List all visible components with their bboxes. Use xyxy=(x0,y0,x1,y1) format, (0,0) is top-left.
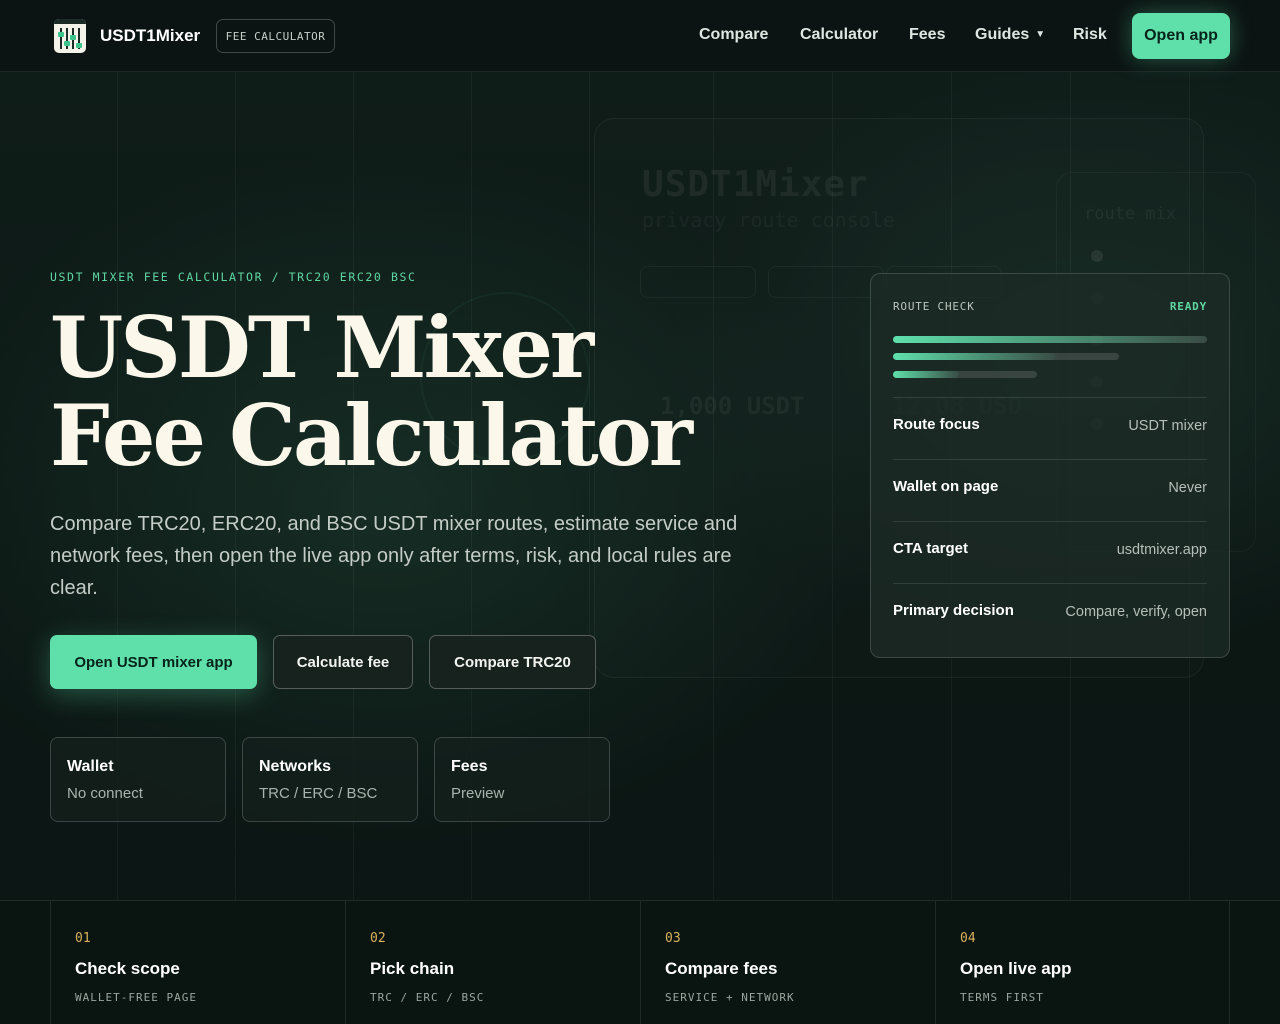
stat-title: Networks xyxy=(259,758,332,775)
stat-title: Wallet xyxy=(67,758,114,775)
ghost-chip xyxy=(768,266,884,298)
hero-description: Compare TRC20, ERC20, and BSC USDT mixer… xyxy=(50,513,738,599)
step-title: Check scope xyxy=(75,959,180,978)
row-value: USDT mixer xyxy=(1128,418,1207,434)
steps-strip: 01 Check scope WALLET-FREE PAGE 02 Pick … xyxy=(0,900,1280,1024)
step-card: 01 Check scope WALLET-FREE PAGE xyxy=(50,901,345,1024)
route-progress-bar xyxy=(893,371,1037,378)
route-progress-fill xyxy=(893,336,1207,343)
stat-value: TRC / ERC / BSC xyxy=(259,785,378,802)
stat-card-networks: Networks TRC / ERC / BSC xyxy=(242,737,418,822)
route-row-cta-target: CTA target usdtmixer.app xyxy=(893,521,1207,583)
brand-name[interactable]: USDT1Mixer xyxy=(100,26,200,46)
stat-card-fees: Fees Preview xyxy=(434,737,610,822)
step-card: 03 Compare fees SERVICE + NETWORK xyxy=(640,901,935,1024)
compare-trc20-button[interactable]: Compare TRC20 xyxy=(429,635,596,689)
step-subtitle: TRC / ERC / BSC xyxy=(370,991,485,1004)
route-status-badge: READY xyxy=(1169,300,1207,313)
step-number: 02 xyxy=(370,931,386,946)
chevron-down-icon: ▼ xyxy=(1035,29,1046,40)
row-key: Primary decision xyxy=(893,602,1014,619)
hero-title-line-1: USDT Mixer xyxy=(50,298,594,397)
step-title: Open live app xyxy=(960,959,1072,978)
step-number: 04 xyxy=(960,931,976,946)
grid-line xyxy=(832,72,833,1024)
step-number: 01 xyxy=(75,931,91,946)
open-usdt-mixer-app-button[interactable]: Open USDT mixer app xyxy=(50,635,257,689)
route-row-decision: Primary decision Compare, verify, open xyxy=(893,583,1207,645)
row-value: Compare, verify, open xyxy=(1065,604,1207,620)
route-check-label: ROUTE CHECK xyxy=(893,300,975,313)
step-number: 03 xyxy=(665,931,681,946)
top-navbar: USDT1Mixer FEE CALCULATOR Compare Calcul… xyxy=(0,0,1280,72)
ghost-chip xyxy=(640,266,756,298)
nav-compare[interactable]: Compare xyxy=(699,26,768,44)
stat-value: Preview xyxy=(451,785,505,802)
stat-title: Fees xyxy=(451,758,488,775)
ghost-mix-label: route mix xyxy=(1084,204,1177,224)
row-key: Wallet on page xyxy=(893,478,999,495)
ghost-title: USDT1Mixer xyxy=(642,164,869,205)
row-key: Route focus xyxy=(893,416,980,433)
route-check-header: ROUTE CHECK READY xyxy=(893,300,1207,313)
step-title: Pick chain xyxy=(370,959,455,978)
route-progress-fill xyxy=(893,353,1056,360)
step-title: Compare fees xyxy=(665,959,778,978)
stat-card-wallet: Wallet No connect xyxy=(50,737,226,822)
nav-guides-label: Guides xyxy=(975,26,1030,43)
step-card: 04 Open live app TERMS FIRST xyxy=(935,901,1230,1024)
row-value: usdtmixer.app xyxy=(1116,542,1207,558)
nav-guides[interactable]: Guides ▼ xyxy=(975,26,1045,44)
route-row-wallet: Wallet on page Never xyxy=(893,459,1207,521)
row-value: Never xyxy=(1168,480,1207,496)
step-subtitle: TERMS FIRST xyxy=(960,991,1044,1004)
step-subtitle: SERVICE + NETWORK xyxy=(665,991,795,1004)
row-key: CTA target xyxy=(893,540,968,557)
route-progress-fill xyxy=(893,371,960,378)
hero-title-line-2: Fee Calculator xyxy=(50,386,693,485)
step-subtitle: WALLET-FREE PAGE xyxy=(75,991,197,1004)
ghost-subtitle: privacy route console xyxy=(642,208,895,232)
calculate-fee-button[interactable]: Calculate fee xyxy=(273,635,413,689)
route-row-focus: Route focus USDT mixer xyxy=(893,397,1207,459)
mixer-sliders-icon[interactable] xyxy=(54,19,86,53)
fee-calculator-badge: FEE CALCULATOR xyxy=(216,19,335,53)
hero-eyebrow: USDT MIXER FEE CALCULATOR / TRC20 ERC20 … xyxy=(50,270,417,284)
nav-calculator[interactable]: Calculator xyxy=(800,26,878,44)
ghost-dot xyxy=(1091,250,1103,262)
route-progress-bar xyxy=(893,336,1207,343)
nav-fees[interactable]: Fees xyxy=(909,26,945,44)
nav-risk[interactable]: Risk xyxy=(1073,26,1107,44)
route-progress-bar xyxy=(893,353,1119,360)
stat-value: No connect xyxy=(67,785,143,802)
open-app-button[interactable]: Open app xyxy=(1132,13,1230,59)
step-card: 02 Pick chain TRC / ERC / BSC xyxy=(345,901,640,1024)
route-check-card: ROUTE CHECK READY Route focus USDT mixer… xyxy=(870,273,1230,658)
